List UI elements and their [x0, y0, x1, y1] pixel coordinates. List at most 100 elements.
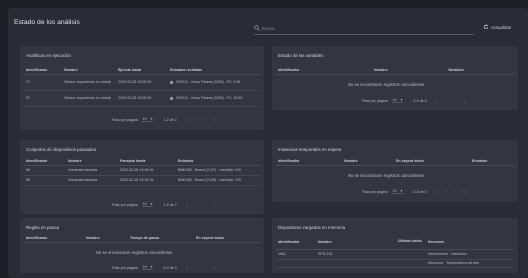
chevron-down-icon: ▾ — [400, 98, 403, 102]
running-table: Identificador Nombre Ejecuta hasta Entra… — [24, 66, 260, 107]
chevron-down-icon: ▾ — [150, 265, 153, 269]
rows-per-page-select[interactable]: 10 ▾ — [141, 117, 154, 122]
last-page-icon[interactable]: ›| — [460, 99, 469, 103]
next-page-icon[interactable]: › — [201, 118, 210, 122]
col-name: Nombre — [84, 234, 128, 243]
col-id: Identificador — [24, 157, 66, 166]
prev-page-icon[interactable]: ‹ — [442, 190, 451, 194]
pagination: Filas por página 10 ▾ 0-0 de 0 |‹ ‹ › ›| — [112, 265, 219, 270]
cell-id: 37 — [24, 74, 62, 91]
cell-paused-until: 2025-02-28 13:16:15 — [118, 175, 176, 186]
rows-per-page-label: Filas por página — [362, 98, 388, 103]
cell-last-data — [396, 249, 426, 260]
card-title: Conjuntos de dispositivos pausados — [26, 147, 97, 152]
first-page-icon[interactable]: |‹ — [183, 203, 192, 207]
refresh-button[interactable]: Actualizar — [483, 24, 511, 30]
table-header-row: Identificador Nombre Pausado hasta Entra… — [24, 157, 260, 166]
waiting-instances-card: Instancias temporales en espera Identifi… — [272, 140, 518, 202]
col-name: Nombre — [372, 66, 446, 75]
next-page-icon[interactable]: › — [201, 203, 210, 207]
paused-rules-table: Identificador Nombre Tiempo de pausa En … — [24, 234, 260, 243]
cell-name: SPS-215 — [316, 249, 396, 260]
col-name: Nombre — [342, 157, 394, 166]
col-variables: Variables — [446, 66, 514, 75]
paused-sets-table: Identificador Nombre Pausado hasta Entra… — [24, 157, 260, 186]
paused-rules-card: Reglas en pausa Identificador Nombre Tie… — [20, 218, 264, 273]
cell-id: 58 — [24, 165, 66, 176]
chevron-down-icon: ▾ — [150, 117, 153, 121]
prev-page-icon[interactable]: ‹ — [192, 203, 201, 207]
last-page-icon[interactable]: ›| — [210, 118, 219, 122]
rows-per-page-select[interactable]: 10 ▾ — [391, 98, 404, 103]
card-title: Analíticas en ejecución — [26, 53, 71, 58]
table-header-row: Identificador Nombre Variables — [276, 66, 514, 75]
cell-last-data — [396, 259, 426, 268]
dispatch-icon[interactable] — [170, 80, 173, 84]
table-row[interactable]: Sensores · Temperatura del aire — [276, 259, 514, 268]
col-last-data: Últimos datos — [396, 235, 426, 250]
cell-runs-until: 2025-02-28 13:05:15 — [116, 90, 168, 107]
search-box[interactable] — [254, 24, 474, 35]
last-page-icon[interactable]: ›| — [210, 266, 219, 270]
table-row[interactable]: 1561 SPS-215 Velocimetría · Ubicación — [276, 249, 514, 260]
card-title: Reglas en pausa — [26, 225, 59, 230]
cell-id: 57 — [24, 90, 62, 107]
prev-page-icon[interactable]: ‹ — [192, 266, 201, 270]
table-row[interactable]: 37 Sensor suponiendo el umbral 2025-02-2… — [24, 74, 260, 91]
cell-id — [276, 259, 316, 268]
variables-table: Identificador Nombre Variables — [276, 66, 514, 75]
rows-per-page-select[interactable]: 10 ▾ — [141, 265, 154, 270]
pagination: Filas por página 10 ▾ 1-2 de 2 |‹ ‹ › ›| — [112, 117, 219, 122]
col-runs-until: Ejecuta hasta — [116, 66, 168, 75]
variables-state-card: Estado de las variables Identificador No… — [272, 46, 518, 110]
first-page-icon[interactable]: |‹ — [433, 190, 442, 194]
rows-per-page-select[interactable]: 10 ▾ — [391, 189, 404, 194]
table-row[interactable]: 58 Humedad elevada 2025-02-28 13:16:15 B… — [24, 165, 260, 176]
first-page-icon[interactable]: |‹ — [183, 266, 192, 270]
cell-sensors: Velocimetría · Ubicación — [426, 249, 514, 260]
rows-per-page-label: Filas por página — [112, 265, 138, 270]
table-header-row: Identificador Nombre Últimos datos Senso… — [276, 235, 514, 250]
cell-inputs: BME280 - Bosch (2147) - humidity: 100 — [176, 165, 260, 176]
table-header-row: Identificador Nombre Tiempo de pausa En … — [24, 234, 260, 243]
col-id: Identificador — [24, 66, 62, 75]
col-id: Identificador — [276, 157, 342, 166]
next-page-icon[interactable]: › — [451, 99, 460, 103]
pagination: Filas por página 10 ▾ 1-2 de 2 |‹ ‹ › ›| — [112, 202, 219, 207]
col-name: Nombre — [62, 66, 116, 75]
table-row[interactable]: 58 Humedad elevada 2025-02-28 13:16:15 B… — [24, 175, 260, 186]
last-page-icon[interactable]: ›| — [460, 190, 469, 194]
card-title: Dispositivos cargados en memoria — [278, 225, 346, 230]
table-header-row: Identificador Nombre Ejecuta hasta Entra… — [24, 66, 260, 75]
dispatch-icon[interactable] — [170, 96, 173, 100]
waiting-table: Identificador Nombre En espera hasta Ent… — [276, 157, 514, 166]
next-page-icon[interactable]: › — [201, 266, 210, 270]
col-paused-until: Pausado hasta — [118, 157, 176, 166]
next-page-icon[interactable]: › — [451, 190, 460, 194]
first-page-icon[interactable]: |‹ — [433, 99, 442, 103]
cell-id: 1561 — [276, 249, 316, 260]
cell-inputs: S05011 - Nova Fitness (2226) - P2: 3.08 — [168, 74, 260, 91]
last-page-icon[interactable]: ›| — [210, 203, 219, 207]
first-page-icon[interactable]: |‹ — [183, 118, 192, 122]
search-input[interactable] — [262, 24, 462, 33]
chevron-down-icon: ▾ — [150, 202, 153, 206]
col-id: Identificador — [276, 66, 372, 75]
empty-message: No se encontraron registros coincidentes — [348, 82, 425, 87]
page-range: 1-2 de 2 — [163, 117, 177, 122]
table-row[interactable]: 57 Sensor suponiendo el umbral 2025-02-2… — [24, 90, 260, 107]
cell-name — [316, 259, 396, 268]
prev-page-icon[interactable]: ‹ — [192, 118, 201, 122]
cell-name: Sensor suponiendo el umbral — [62, 74, 116, 91]
rows-per-page-select[interactable]: 10 ▾ — [141, 202, 154, 207]
chevron-down-icon: ▾ — [400, 189, 403, 193]
card-title: Instancias temporales en espera — [278, 147, 342, 152]
pagination: Filas por página 10 ▾ 0-0 de 0 |‹ ‹ › ›| — [362, 189, 469, 194]
page-range: 0-0 de 0 — [163, 265, 177, 270]
prev-page-icon[interactable]: ‹ — [442, 99, 451, 103]
rows-per-page-label: Filas por página — [362, 189, 388, 194]
cell-id: 58 — [24, 175, 66, 186]
cell-paused-until: 2025-02-28 13:16:15 — [118, 165, 176, 176]
table-header-row: Identificador Nombre En espera hasta Ent… — [276, 157, 514, 166]
col-sensors: Sensores — [426, 235, 514, 250]
